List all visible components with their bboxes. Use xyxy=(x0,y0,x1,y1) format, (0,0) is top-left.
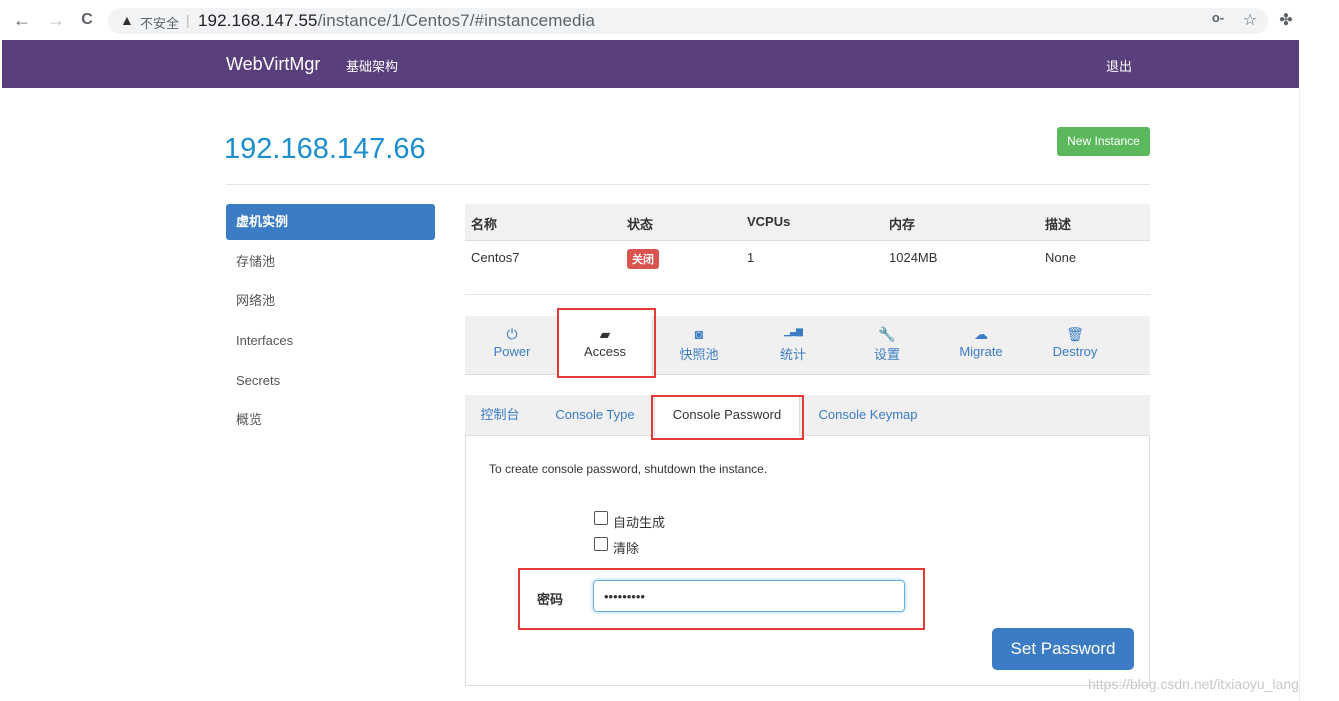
tab-snapshots-label: 快照池 xyxy=(679,347,719,362)
key-icon[interactable]: o- xyxy=(1208,10,1228,25)
watermark: https://blog.csdn.net/itxiaoyu_lang xyxy=(1088,676,1299,692)
sidebar-item-instances[interactable]: 虚机实例 xyxy=(226,204,435,240)
instance-name: Centos7 xyxy=(471,250,520,265)
sidebar-item-networks[interactable]: 网络池 xyxy=(226,283,435,319)
console-password-highlight-box xyxy=(651,395,804,440)
forward-arrow-icon[interactable]: → xyxy=(44,8,68,32)
url-host: 192.168.147.55 xyxy=(198,11,318,30)
warning-triangle-icon[interactable]: ▲ xyxy=(120,12,134,28)
instance-description: None xyxy=(1045,250,1077,265)
header-divider xyxy=(226,184,1150,185)
sidebar-item-overview[interactable]: 概览 xyxy=(226,402,435,438)
password-field[interactable] xyxy=(593,580,905,612)
nav-infrastructure[interactable]: 基础架构 xyxy=(346,56,398,75)
url-text[interactable]: 192.168.147.55/instance/1/Centos7/#insta… xyxy=(198,11,595,31)
auto-generate-checkbox[interactable] xyxy=(594,511,608,525)
tab-stats-label: 统计 xyxy=(779,347,806,362)
tab-stats[interactable]: ▁▃▆ 统计 xyxy=(746,316,840,374)
top-navbar xyxy=(2,40,1299,88)
status-badge: 关闭 xyxy=(627,249,659,269)
instance-memory: 1024MB xyxy=(889,250,938,265)
page-right-edge xyxy=(1299,88,1300,701)
tab-destroy[interactable]: 🗑 Destroy xyxy=(1028,316,1122,374)
tab-destroy-label: Destroy xyxy=(1052,344,1098,359)
tab-console-keymap[interactable]: Console Keymap xyxy=(808,395,928,435)
address-separator: | xyxy=(186,12,190,28)
sidebar-item-interfaces[interactable]: Interfaces xyxy=(226,323,435,359)
new-instance-button[interactable]: New Instance xyxy=(1057,127,1150,156)
auto-generate-label[interactable]: 自动生成 xyxy=(613,512,665,531)
password-label: 密码 xyxy=(537,592,564,607)
tab-console-type[interactable]: Console Type xyxy=(543,395,647,435)
tab-power[interactable]: ⏻ Power xyxy=(465,316,559,374)
back-arrow-icon[interactable]: ← xyxy=(10,8,34,32)
set-password-button[interactable]: Set Password xyxy=(992,628,1134,670)
nav-logout[interactable]: 退出 xyxy=(1106,56,1132,75)
clear-label[interactable]: 清除 xyxy=(613,538,639,557)
url-path: /instance/1/Centos7/#instancemedia xyxy=(317,11,596,30)
trash-icon: 🗑 xyxy=(1066,326,1084,342)
wrench-icon: 🔧 xyxy=(878,326,896,342)
tab-migrate[interactable]: ☁ Migrate xyxy=(934,316,1028,374)
column-header-status: 状态 xyxy=(627,217,654,232)
bar-chart-icon: ▁▃▆ xyxy=(784,326,803,336)
tab-migrate-label: Migrate xyxy=(959,344,1003,359)
sidebar-item-storage[interactable]: 存储池 xyxy=(226,244,435,280)
instance-vcpus: 1 xyxy=(747,250,755,265)
power-icon: ⏻ xyxy=(506,326,518,342)
column-header-memory: 内存 xyxy=(889,217,916,232)
tab-power-label: Power xyxy=(493,344,531,359)
cloud-upload-icon: ☁ xyxy=(974,326,988,342)
brand-link[interactable]: WebVirtMgr xyxy=(226,54,320,75)
extensions-puzzle-icon[interactable]: ✤ xyxy=(1276,10,1296,30)
tab-settings-label: 设置 xyxy=(873,347,900,362)
sidebar-item-secrets[interactable]: Secrets xyxy=(226,363,435,399)
column-header-name: 名称 xyxy=(471,217,498,232)
tab-snapshots[interactable]: ◙ 快照池 xyxy=(652,316,746,374)
access-highlight-box xyxy=(557,308,656,378)
column-header-vcpus: VCPUs xyxy=(747,214,791,229)
column-header-description: 描述 xyxy=(1045,217,1072,232)
tab-console[interactable]: 控制台 xyxy=(469,395,531,435)
tab-settings[interactable]: 🔧 设置 xyxy=(840,316,934,374)
star-icon[interactable]: ☆ xyxy=(1240,10,1260,30)
page-title: 192.168.147.66 xyxy=(224,133,426,165)
help-text: To create console password, shutdown the… xyxy=(489,462,768,476)
clear-checkbox[interactable] xyxy=(594,537,608,551)
security-status-text[interactable]: 不安全 xyxy=(140,13,179,32)
table-divider xyxy=(465,294,1150,295)
camera-icon: ◙ xyxy=(694,326,704,342)
reload-icon[interactable]: C xyxy=(75,8,99,32)
